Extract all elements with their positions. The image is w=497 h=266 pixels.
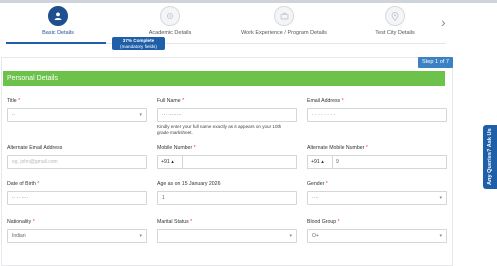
alt-mobile-country-code[interactable]: +91 ▴ [307, 155, 333, 169]
marital-status-select[interactable]: ▾ [157, 229, 297, 243]
alt-mobile-field: Alternate Mobile Number * +91 ▴ 9 [307, 145, 447, 169]
progress-stepper: Basic Details Academic Details Work Expe… [0, 3, 497, 44]
email-label: Email Address * [307, 98, 344, 104]
chevron-down-icon: ▾ [289, 233, 292, 239]
email-field: Email Address * · · · · · · · · [307, 98, 447, 122]
step-work-experience[interactable]: Work Experience / Program Details [239, 6, 329, 36]
circle-icon [160, 6, 180, 26]
age-value: 1 [157, 191, 297, 205]
nationality-label: Nationality * [7, 219, 35, 225]
marital-status-field: Marital Status * ▾ [157, 219, 297, 243]
step-label: Test City Details [375, 30, 415, 36]
email-input[interactable]: · · · · · · · · [307, 108, 447, 122]
alt-email-label: Alternate Email Address [7, 145, 63, 151]
stepper-track-active [6, 42, 106, 44]
alt-mobile-input-group: +91 ▴ 9 [307, 155, 447, 169]
alt-mobile-label: Alternate Mobile Number * [307, 145, 368, 151]
blood-group-field: Blood Group * O+ ▾ [307, 219, 447, 243]
any-queries-label: Any Queries? Ask Us [487, 128, 493, 185]
title-label: Title * [7, 98, 21, 104]
full-name-hint: Kindly enter your full name exactly as i… [157, 124, 282, 135]
mobile-label: Mobile Number * [157, 145, 196, 151]
age-label: Age as on 15 January 2026 [157, 181, 221, 187]
mobile-country-code[interactable]: +91 ▴ [157, 155, 183, 169]
full-name-field: Full Name * ··· ········ Kindly enter yo… [157, 98, 297, 136]
gender-label: Gender * [307, 181, 328, 187]
mobile-input-group: +91 ▴ [157, 155, 297, 169]
full-name-label: Full Name * [157, 98, 185, 104]
step-basic-details[interactable]: Basic Details [13, 6, 103, 36]
mobile-field: Mobile Number * +91 ▴ [157, 145, 297, 169]
any-queries-tab[interactable]: Any Queries? Ask Us [483, 125, 497, 189]
alt-email-input[interactable]: eg. john@gmail.com [7, 155, 147, 169]
marital-status-label: Marital Status * [157, 219, 193, 225]
chevron-down-icon: ▾ [139, 112, 142, 118]
user-icon [48, 6, 68, 26]
chevron-down-icon: ▾ [439, 233, 442, 239]
chevron-up-icon: ▴ [171, 159, 174, 165]
step-label: Work Experience / Program Details [241, 30, 327, 36]
step-indicator: Step 1 of 7 [418, 57, 453, 68]
alt-email-field: Alternate Email Address eg. john@gmail.c… [7, 145, 147, 169]
nationality-select[interactable]: Indian ▾ [7, 229, 147, 243]
mobile-input[interactable] [183, 155, 297, 169]
location-pin-icon [385, 6, 405, 26]
gender-field: Gender * ···· ▾ [307, 181, 447, 205]
chevron-up-icon: ▴ [321, 159, 324, 165]
gender-select[interactable]: ···· ▾ [307, 191, 447, 205]
briefcase-icon [274, 6, 294, 26]
alt-mobile-input[interactable]: 9 [333, 155, 447, 169]
age-field: Age as on 15 January 2026 1 [157, 181, 297, 205]
step-academic-details[interactable]: Academic Details [125, 6, 215, 36]
chevron-right-icon[interactable]: › [441, 15, 446, 29]
title-field: Title * ·· ▾ [7, 98, 147, 122]
full-name-input[interactable]: ··· ········ [157, 108, 297, 122]
section-title: Personal Details [3, 71, 445, 86]
progress-badge: 37% Complete (mandatory fields) [112, 37, 165, 50]
step-label: Academic Details [148, 30, 192, 36]
dob-field: Date of Birth * ·· ·· ···· [7, 181, 147, 205]
blood-group-select[interactable]: O+ ▾ [307, 229, 447, 243]
step-test-city-details[interactable]: Test City Details [350, 6, 440, 36]
chevron-down-icon: ▾ [139, 233, 142, 239]
dob-input[interactable]: ·· ·· ···· [7, 191, 147, 205]
nationality-field: Nationality * Indian ▾ [7, 219, 147, 243]
chevron-down-icon: ▾ [439, 195, 442, 201]
dob-label: Date of Birth * [7, 181, 40, 187]
title-select[interactable]: ·· ▾ [7, 108, 147, 122]
progress-note: (mandatory fields) [120, 43, 157, 49]
step-label: Basic Details [42, 30, 74, 36]
blood-group-label: Blood Group * [307, 219, 340, 225]
